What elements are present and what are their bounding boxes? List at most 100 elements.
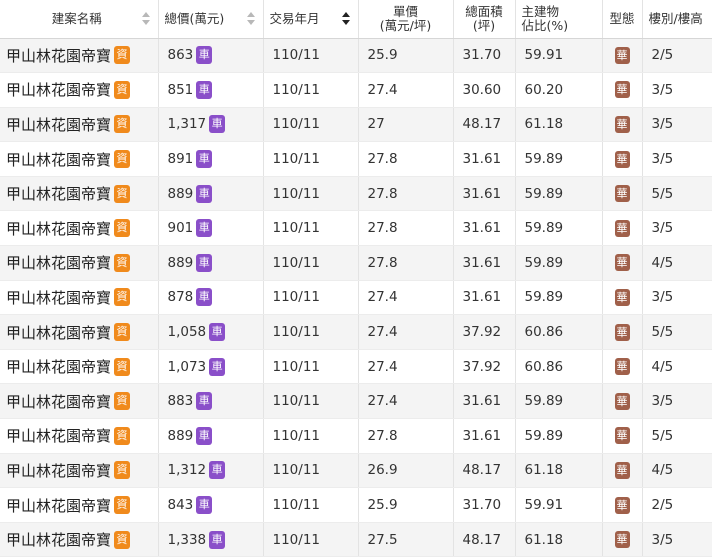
cell-floor: 3/5 — [642, 383, 712, 420]
cell-project-name[interactable]: 甲山林花園帝寶資 — [0, 522, 159, 558]
project-name-text[interactable]: 甲山林花園帝寶 — [6, 151, 111, 169]
project-name-text[interactable]: 甲山林花園帝寶 — [6, 185, 111, 203]
cell-unit-price: 27.4 — [358, 349, 454, 385]
col-header-name[interactable]: 建案名稱 — [0, 0, 159, 39]
building-type-badge-icon: 華 — [614, 358, 630, 376]
project-name-text[interactable]: 甲山林花園帝寶 — [6, 81, 111, 99]
project-name-text[interactable]: 甲山林花園帝寶 — [6, 462, 111, 480]
detail-badge-icon[interactable]: 資 — [114, 461, 131, 480]
cell-project-name[interactable]: 甲山林花園帝寶資 — [0, 418, 159, 454]
total-price-text: 1,317 — [167, 116, 207, 133]
cell-project-name[interactable]: 甲山林花園帝寶資 — [0, 453, 159, 489]
table-row[interactable]: 甲山林花園帝寶資 1,073 車 110/11 27.4 37.92 60.86 華 4/5 — [0, 349, 712, 385]
sort-desc-icon[interactable] — [341, 12, 350, 26]
total-price-text: 891 — [167, 151, 194, 168]
project-name-text[interactable]: 甲山林花園帝寶 — [6, 358, 111, 376]
cell-unit-price: 27.5 — [358, 522, 454, 558]
building-type-badge-icon: 華 — [614, 531, 630, 549]
cell-total-area: 48.17 — [453, 453, 516, 489]
table-row[interactable]: 甲山林花園帝寶資 1,312 車 110/11 26.9 48.17 61.18 華 4/5 — [0, 453, 712, 489]
detail-badge-icon[interactable]: 資 — [114, 115, 131, 134]
detail-badge-icon[interactable]: 資 — [114, 150, 131, 169]
cell-project-name[interactable]: 甲山林花園帝寶資 — [0, 72, 159, 108]
table-row[interactable]: 甲山林花園帝寶資 889 車 110/11 27.8 31.61 59.89 華 4/5 — [0, 245, 712, 281]
cell-project-name[interactable]: 甲山林花園帝寶資 — [0, 210, 159, 247]
project-name-text[interactable]: 甲山林花園帝寶 — [6, 47, 111, 65]
project-name-text[interactable]: 甲山林花園帝寶 — [6, 324, 111, 342]
cell-total-area: 31.61 — [453, 176, 516, 212]
cell-project-name[interactable]: 甲山林花園帝寶資 — [0, 349, 159, 385]
table-row[interactable]: 甲山林花園帝寶資 889 車 110/11 27.8 31.61 59.89 華 5/5 — [0, 176, 712, 212]
sort-arrows-icon[interactable] — [246, 12, 255, 26]
cell-project-name[interactable]: 甲山林花園帝寶資 — [0, 176, 159, 212]
sort-arrows-icon[interactable] — [141, 12, 150, 26]
col-header-label: 單價 (萬元/坪) — [379, 3, 432, 33]
col-header-unit-price[interactable]: 單價 (萬元/坪) — [358, 0, 454, 39]
table-row[interactable]: 甲山林花園帝寶資 1,317 車 110/11 27 48.17 61.18 華 3/5 — [0, 107, 712, 143]
col-header-label: 總價(萬元) — [164, 10, 225, 26]
building-type-badge-icon: 華 — [614, 323, 630, 341]
detail-badge-icon[interactable]: 資 — [114, 288, 131, 307]
cell-project-name[interactable]: 甲山林花園帝寶資 — [0, 141, 159, 177]
cell-total-price: 1,058 車 — [158, 314, 264, 350]
table-row[interactable]: 甲山林花園帝寶資 891 車 110/11 27.8 31.61 59.89 華 3/5 — [0, 141, 712, 177]
project-name-text[interactable]: 甲山林花園帝寶 — [6, 393, 111, 411]
cell-project-name[interactable]: 甲山林花園帝寶資 — [0, 38, 159, 74]
parking-badge-icon: 車 — [209, 323, 226, 342]
detail-badge-icon[interactable]: 資 — [114, 530, 131, 549]
col-header-main-ratio[interactable]: 主建物 佔比(%) — [515, 0, 603, 39]
detail-badge-icon[interactable]: 資 — [114, 357, 131, 376]
detail-badge-icon[interactable]: 資 — [114, 392, 131, 411]
table-row[interactable]: 甲山林花園帝寶資 901 車 110/11 27.8 31.61 59.89 華 3/5 — [0, 210, 712, 247]
project-name-text[interactable]: 甲山林花園帝寶 — [6, 254, 111, 272]
col-header-label: 建案名稱 — [51, 10, 102, 26]
building-type-badge-icon: 華 — [614, 115, 630, 133]
building-type-badge-icon: 華 — [614, 392, 630, 410]
project-name-text[interactable]: 甲山林花園帝寶 — [6, 497, 111, 515]
cell-floor: 3/5 — [642, 72, 712, 108]
project-name-text[interactable]: 甲山林花園帝寶 — [6, 531, 111, 549]
cell-total-area: 48.17 — [453, 107, 516, 143]
project-name-text[interactable]: 甲山林花園帝寶 — [6, 289, 111, 307]
total-price-text: 883 — [167, 393, 194, 410]
table-row[interactable]: 甲山林花園帝寶資 1,338 車 110/11 27.5 48.17 61.18 華 3/5 — [0, 522, 712, 558]
table-row[interactable]: 甲山林花園帝寶資 878 車 110/11 27.4 31.61 59.89 華 3/5 — [0, 280, 712, 316]
detail-badge-icon[interactable]: 資 — [114, 219, 131, 238]
project-name-text[interactable]: 甲山林花園帝寶 — [6, 220, 111, 238]
total-price-text: 851 — [167, 81, 194, 98]
cell-project-name[interactable]: 甲山林花園帝寶資 — [0, 487, 159, 523]
cell-project-name[interactable]: 甲山林花園帝寶資 — [0, 314, 159, 350]
detail-badge-icon[interactable]: 資 — [114, 253, 131, 272]
table-row[interactable]: 甲山林花園帝寶資 851 車 110/11 27.4 30.60 60.20 華 3/5 — [0, 72, 712, 108]
cell-unit-price: 27.4 — [358, 72, 454, 108]
table-row[interactable]: 甲山林花園帝寶資 889 車 110/11 27.8 31.61 59.89 華 5/5 — [0, 418, 712, 454]
building-type-badge-icon: 華 — [614, 219, 630, 237]
col-header-type[interactable]: 型態 — [602, 0, 643, 39]
table-row[interactable]: 甲山林花園帝寶資 843 車 110/11 25.9 31.70 59.91 華 2/5 — [0, 487, 712, 523]
detail-badge-icon[interactable]: 資 — [114, 80, 131, 99]
project-name-text[interactable]: 甲山林花園帝寶 — [6, 427, 111, 445]
total-price-text: 1,312 — [167, 462, 207, 479]
project-name-text[interactable]: 甲山林花園帝寶 — [6, 116, 111, 134]
cell-project-name[interactable]: 甲山林花園帝寶資 — [0, 107, 159, 143]
cell-main-ratio: 59.89 — [515, 383, 603, 420]
detail-badge-icon[interactable]: 資 — [114, 496, 131, 515]
detail-badge-icon[interactable]: 資 — [114, 323, 131, 342]
detail-badge-icon[interactable]: 資 — [114, 46, 131, 65]
table-row[interactable]: 甲山林花園帝寶資 863 車 110/11 25.9 31.70 59.91 華 2/5 — [0, 38, 712, 74]
detail-badge-icon[interactable]: 資 — [114, 426, 131, 445]
cell-project-name[interactable]: 甲山林花園帝寶資 — [0, 245, 159, 281]
col-header-area[interactable]: 總面積 (坪) — [453, 0, 516, 39]
col-header-date[interactable]: 交易年月 — [263, 0, 359, 39]
cell-main-ratio: 61.18 — [515, 522, 603, 558]
detail-badge-icon[interactable]: 資 — [114, 184, 131, 203]
table-header-row: 建案名稱 總價(萬元) 交易年月 單價 (萬元/坪) 總面積 (坪) 主建物 佔… — [0, 0, 712, 39]
table-row[interactable]: 甲山林花園帝寶資 1,058 車 110/11 27.4 37.92 60.86 華 5/5 — [0, 314, 712, 350]
cell-project-name[interactable]: 甲山林花園帝寶資 — [0, 280, 159, 316]
cell-total-price: 889 車 — [158, 418, 264, 454]
table-row[interactable]: 甲山林花園帝寶資 883 車 110/11 27.4 31.61 59.89 華 3/5 — [0, 383, 712, 420]
col-header-floor[interactable]: 樓別/樓高 — [642, 0, 712, 39]
cell-project-name[interactable]: 甲山林花園帝寶資 — [0, 383, 159, 420]
cell-unit-price: 27.8 — [358, 176, 454, 212]
col-header-price[interactable]: 總價(萬元) — [158, 0, 264, 39]
